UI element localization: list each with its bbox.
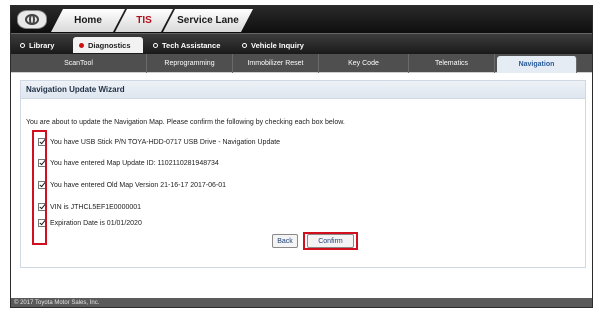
tab-reprogramming[interactable]: Reprogramming bbox=[147, 54, 233, 73]
wizard-instructions: You are about to update the Navigation M… bbox=[26, 119, 345, 126]
toyota-logo-icon[interactable] bbox=[17, 10, 47, 29]
confirm-button[interactable]: Confirm bbox=[307, 234, 354, 248]
tab-key-code[interactable]: Key Code bbox=[319, 54, 409, 73]
tab-service-lane[interactable]: Service Lane bbox=[163, 9, 253, 32]
tab-library[interactable]: Library bbox=[14, 37, 70, 53]
panel-title: Navigation Update Wizard bbox=[21, 81, 585, 99]
checklist-item-expiration-date: Expiration Date is 01/01/2020 bbox=[38, 219, 142, 227]
function-tab-bar: ScanTool Reprogramming Immobilizer Reset… bbox=[11, 54, 592, 73]
checklist-label: You have USB Stick P/N TOYA-HDD-0717 USB… bbox=[50, 138, 281, 146]
tab-vehicle-inquiry-label: Vehicle Inquiry bbox=[251, 40, 304, 50]
app-window: Home TIS Service Lane Library Diagnostic… bbox=[10, 5, 593, 308]
tab-navigation[interactable]: Navigation bbox=[497, 56, 577, 73]
copyright-footer: © 2017 Toyota Motor Sales, Inc. bbox=[11, 298, 592, 307]
tab-immobilizer-reset[interactable]: Immobilizer Reset bbox=[233, 54, 319, 73]
tab-scantool[interactable]: ScanTool bbox=[11, 54, 147, 73]
radio-dot-icon bbox=[153, 42, 158, 48]
checklist-item-vin: VIN is JTHCL5EF1E0000001 bbox=[38, 203, 141, 211]
tab-tech-assistance[interactable]: Tech Assistance bbox=[147, 37, 233, 53]
checkbox-column-highlight bbox=[32, 130, 47, 245]
tab-vehicle-inquiry[interactable]: Vehicle Inquiry bbox=[236, 37, 326, 53]
checklist-item-old-map-version: You have entered Old Map Version 21-16-1… bbox=[38, 181, 226, 189]
tab-tech-assistance-label: Tech Assistance bbox=[162, 40, 221, 50]
top-navigation-bar: Home TIS Service Lane bbox=[11, 6, 592, 33]
checklist-label: Expiration Date is 01/01/2020 bbox=[50, 219, 142, 227]
tab-library-label: Library bbox=[29, 40, 55, 50]
section-tab-bar: Library Diagnostics Tech Assistance Vehi… bbox=[11, 33, 592, 54]
back-button[interactable]: Back bbox=[272, 234, 298, 248]
tab-telematics[interactable]: Telematics bbox=[409, 54, 495, 73]
radio-dot-icon bbox=[242, 42, 247, 48]
tab-diagnostics[interactable]: Diagnostics bbox=[73, 37, 143, 53]
tab-home[interactable]: Home bbox=[51, 9, 125, 32]
radio-dot-icon bbox=[20, 42, 25, 48]
checklist-label: VIN is JTHCL5EF1E0000001 bbox=[50, 203, 142, 211]
radio-dot-icon bbox=[79, 42, 84, 48]
checklist-item-map-update-id: You have entered Map Update ID: 11021102… bbox=[38, 159, 219, 167]
checklist-item-usb-stick: You have USB Stick P/N TOYA-HDD-0717 USB… bbox=[38, 138, 280, 146]
checklist-label: You have entered Old Map Version 21-16-1… bbox=[50, 181, 227, 189]
tab-diagnostics-label: Diagnostics bbox=[88, 40, 131, 50]
checklist-label: You have entered Map Update ID: 11021102… bbox=[50, 159, 219, 167]
tab-tis[interactable]: TIS bbox=[115, 9, 173, 32]
